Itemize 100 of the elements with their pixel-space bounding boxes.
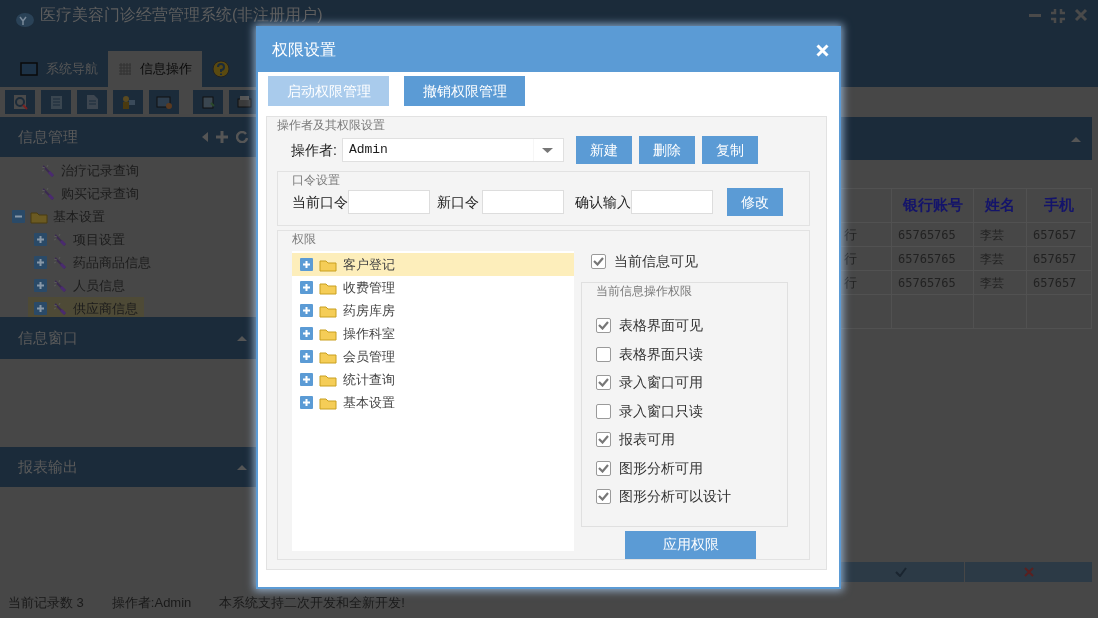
plus-icon[interactable] [216,131,228,143]
checkbox[interactable] [596,460,611,476]
tree-item-label: 统计查询 [343,370,395,389]
checkbox-label: 当前信息可见 [614,251,698,271]
expand-icon[interactable] [300,350,313,363]
checkbox[interactable] [596,489,611,505]
check-icon [598,492,609,502]
app-title: 医疗美容门诊经营管理系统(非注册用户) [40,7,323,23]
check-icon [598,435,609,445]
checkbox[interactable] [596,375,611,391]
password-field[interactable] [348,190,430,214]
tree-row[interactable]: 统计查询 [292,368,574,391]
tree-row[interactable]: 客户登记 [292,253,574,276]
expand-icon[interactable] [300,281,313,294]
close-icon[interactable] [1074,8,1088,22]
magnifier-icon [12,94,28,110]
field-label: 操作者: [291,140,337,160]
expand-icon[interactable] [34,233,47,246]
wand-icon [52,277,68,294]
folder-icon [319,372,337,387]
expand-icon[interactable] [300,327,313,340]
refresh-icon[interactable] [236,131,248,143]
group-legend: 操作者及其权限设置 [277,118,826,132]
document-icon [200,94,216,110]
cross-icon [1023,567,1034,577]
checkbox-label: 录入窗口只读 [619,401,703,421]
monitor-icon [20,62,38,76]
checkbox[interactable] [596,346,611,362]
tree-item-label: 基本设置 [343,393,395,412]
tree-item-label: 会员管理 [343,347,395,366]
folder-icon [319,303,337,318]
expand-icon[interactable] [34,302,47,315]
logo-icon [16,12,34,28]
checkbox[interactable] [596,318,611,334]
tree-row[interactable]: 会员管理 [292,345,574,368]
wand-icon [40,185,56,202]
checkbox-label: 图形分析可以设计 [619,487,731,507]
action-button[interactable]: 修改 [727,188,783,216]
operator-dropdown[interactable]: Admin [341,138,564,162]
folder-icon [319,326,337,341]
dialog-title: 权限设置 [272,40,336,60]
field-label: 新口令 [437,192,479,212]
action-button[interactable]: 删除 [638,136,695,164]
tree-item-label: 收费管理 [343,278,395,297]
document-icon [48,94,64,110]
checkbox-label: 图形分析可用 [619,458,703,478]
checkbox[interactable] [591,253,606,269]
collapse-icon[interactable] [12,210,25,223]
check-icon [598,321,609,331]
dialog-button[interactable]: 撤销权限管理 [404,76,525,106]
checkbox-label: 录入窗口可用 [619,373,703,393]
group-legend: 当前信息操作权限 [596,283,787,298]
collapse-icon[interactable] [1070,134,1082,143]
wand-icon [52,254,68,271]
wand-icon [52,231,68,248]
printer-icon [236,94,252,110]
check-icon [593,256,604,266]
check-icon [598,378,609,388]
check-icon [598,463,609,473]
tree-row[interactable]: 基本设置 [292,391,574,414]
checkbox-label: 表格界面可见 [619,316,703,336]
checkbox[interactable] [596,432,611,448]
action-button[interactable]: 新建 [575,136,632,164]
group-legend: 权限 [292,232,809,246]
password-field[interactable] [482,190,564,214]
checkbox-label: 表格界面只读 [619,344,703,364]
panel-title: 信息管理 [18,126,78,147]
question-icon [212,60,230,78]
tree-item-label: 操作科室 [343,324,395,343]
document-icon [84,94,100,110]
folder-icon [30,209,48,224]
apply-button[interactable]: 应用权限 [625,530,756,559]
action-button[interactable]: 复制 [701,136,758,164]
expand-icon[interactable] [300,373,313,386]
monitor-icon [156,94,172,110]
expand-icon[interactable] [300,396,313,409]
restore-icon[interactable] [1050,8,1066,24]
wand-icon [52,300,68,317]
people-icon [120,94,136,110]
triangle-left-icon[interactable] [202,132,208,142]
collapse-icon[interactable] [236,463,248,471]
field-label: 确认输入 [575,192,631,212]
tree-row[interactable]: 操作科室 [292,322,574,345]
folder-icon [319,349,337,364]
folder-icon [319,280,337,295]
expand-icon[interactable] [300,304,313,317]
checkbox[interactable] [596,403,611,419]
expand-icon[interactable] [300,258,313,271]
folder-icon [319,395,337,410]
expand-icon[interactable] [34,256,47,269]
tree-item-label: 药房库房 [343,301,395,320]
wand-icon [40,162,56,179]
panel-title: 报表输出 [18,456,78,477]
password-field[interactable] [631,190,713,214]
checkbox-label: 报表可用 [619,430,675,450]
collapse-icon[interactable] [236,334,248,342]
group-legend: 口令设置 [292,173,809,187]
expand-icon[interactable] [34,279,47,292]
toolbar-button[interactable] [229,90,259,114]
folder-icon [319,257,337,272]
